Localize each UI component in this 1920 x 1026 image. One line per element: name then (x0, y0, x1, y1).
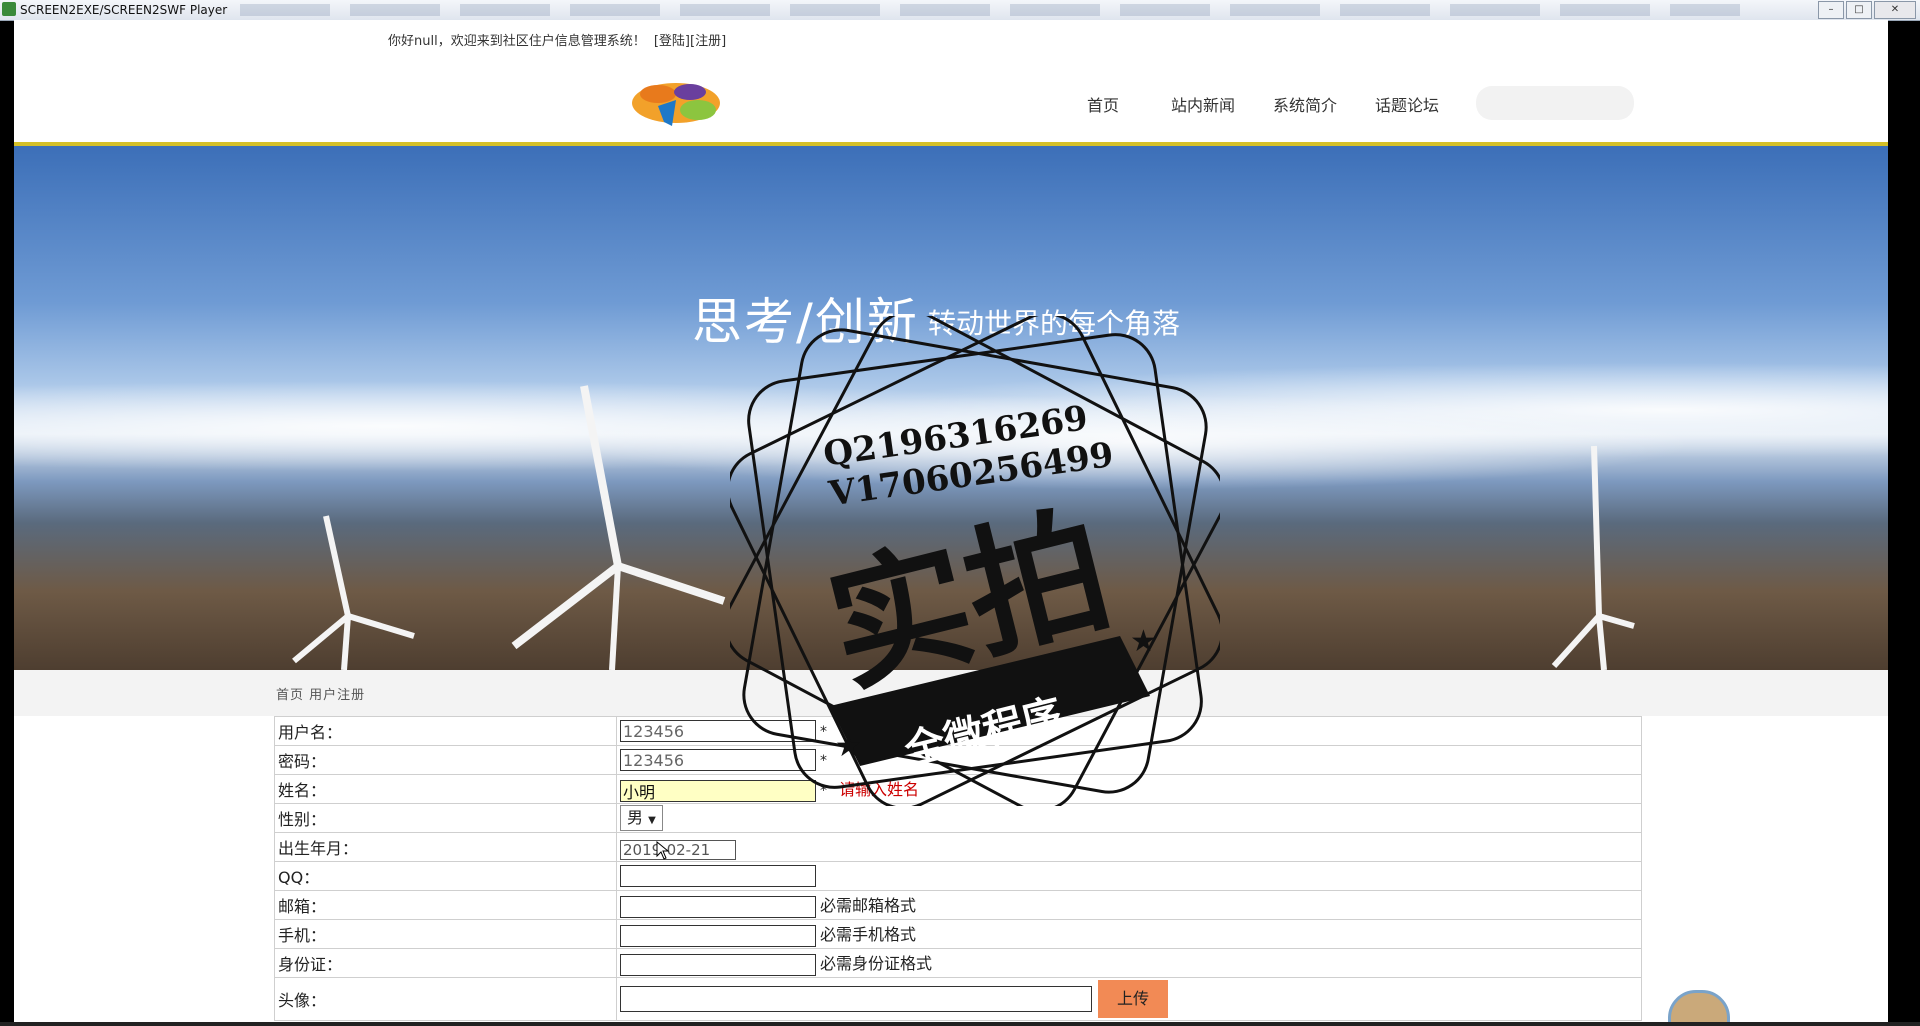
login-link[interactable]: [登陆] (654, 34, 690, 49)
qq-label: QQ： (274, 861, 617, 891)
floating-avatar[interactable] (1668, 990, 1730, 1022)
search-input[interactable] (1476, 86, 1634, 120)
nav-forum[interactable]: 话题论坛 (1375, 92, 1439, 116)
form-row-email: 邮箱： 必需邮箱格式 (274, 890, 1642, 920)
email-field[interactable] (620, 895, 816, 918)
nav-home[interactable]: 首页 (1087, 92, 1119, 116)
gender-label: 性别： (274, 803, 617, 833)
watermark-stamp: Q2196316269 V17060256499 实拍 全微程序 ★ ★ (730, 316, 1220, 806)
name-label: 姓名： (274, 774, 617, 804)
nav-news[interactable]: 站内新闻 (1171, 92, 1235, 116)
id-card-field[interactable] (620, 953, 816, 976)
phone-field[interactable] (620, 924, 816, 947)
window-titlebar: SCREEN2EXE/SCREEN2SWF Player – □ ✕ (0, 0, 1920, 21)
avatar-label: 头像： (274, 977, 617, 1021)
form-row-qq: QQ： (274, 861, 1642, 891)
form-row-phone: 手机： 必需手机格式 (274, 919, 1642, 949)
minimize-button[interactable]: – (1818, 1, 1844, 19)
username-label: 用户名： (274, 716, 617, 746)
form-row-avatar: 头像： 上传 (274, 977, 1642, 1021)
gender-selected-value: 男 (627, 808, 644, 827)
id-card-label: 身份证： (274, 948, 617, 978)
gender-select[interactable]: 男 ▼ (620, 805, 663, 831)
phone-label: 手机： (274, 919, 617, 949)
mouse-cursor-icon (656, 840, 670, 860)
star-icon: ★ (835, 729, 862, 764)
avatar-path-field[interactable] (620, 986, 1092, 1012)
id-card-hint: 必需身份证格式 (820, 954, 933, 974)
email-label: 邮箱： (274, 890, 617, 920)
birth-date-field[interactable]: 2019-02-21 (620, 839, 736, 860)
welcome-text: 你好null，欢迎来到社区住户信息管理系统！ (388, 34, 646, 49)
form-row-birth: 出生年月： 2019-02-21 (274, 832, 1642, 862)
web-page: 你好null，欢迎来到社区住户信息管理系统！ [登陆][注册] 首页 站内新闻 … (14, 20, 1888, 1022)
site-logo[interactable] (628, 78, 724, 128)
breadcrumb: 首页 用户注册 (276, 688, 366, 703)
close-button[interactable]: ✕ (1874, 1, 1916, 19)
phone-hint: 必需手机格式 (820, 925, 917, 945)
nav-about[interactable]: 系统简介 (1273, 92, 1337, 116)
window-title: SCREEN2EXE/SCREEN2SWF Player (20, 3, 228, 17)
register-link[interactable]: [注册] (690, 34, 726, 49)
qq-field[interactable] (620, 865, 816, 887)
form-row-gender: 性别： 男 ▼ (274, 803, 1642, 833)
password-label: 密码： (274, 745, 617, 775)
email-hint: 必需邮箱格式 (820, 896, 917, 916)
top-welcome-bar: 你好null，欢迎来到社区住户信息管理系统！ [登陆][注册] (388, 30, 726, 49)
star-icon: ★ (1130, 624, 1157, 659)
background-tabs (240, 4, 1740, 16)
form-row-id: 身份证： 必需身份证格式 (274, 948, 1642, 978)
app-icon (2, 2, 16, 16)
birth-label: 出生年月： (274, 832, 617, 862)
chevron-down-icon: ▼ (648, 815, 656, 826)
window-bottom-edge (0, 1022, 1920, 1026)
upload-button[interactable]: 上传 (1098, 980, 1168, 1018)
maximize-button[interactable]: □ (1846, 1, 1872, 19)
